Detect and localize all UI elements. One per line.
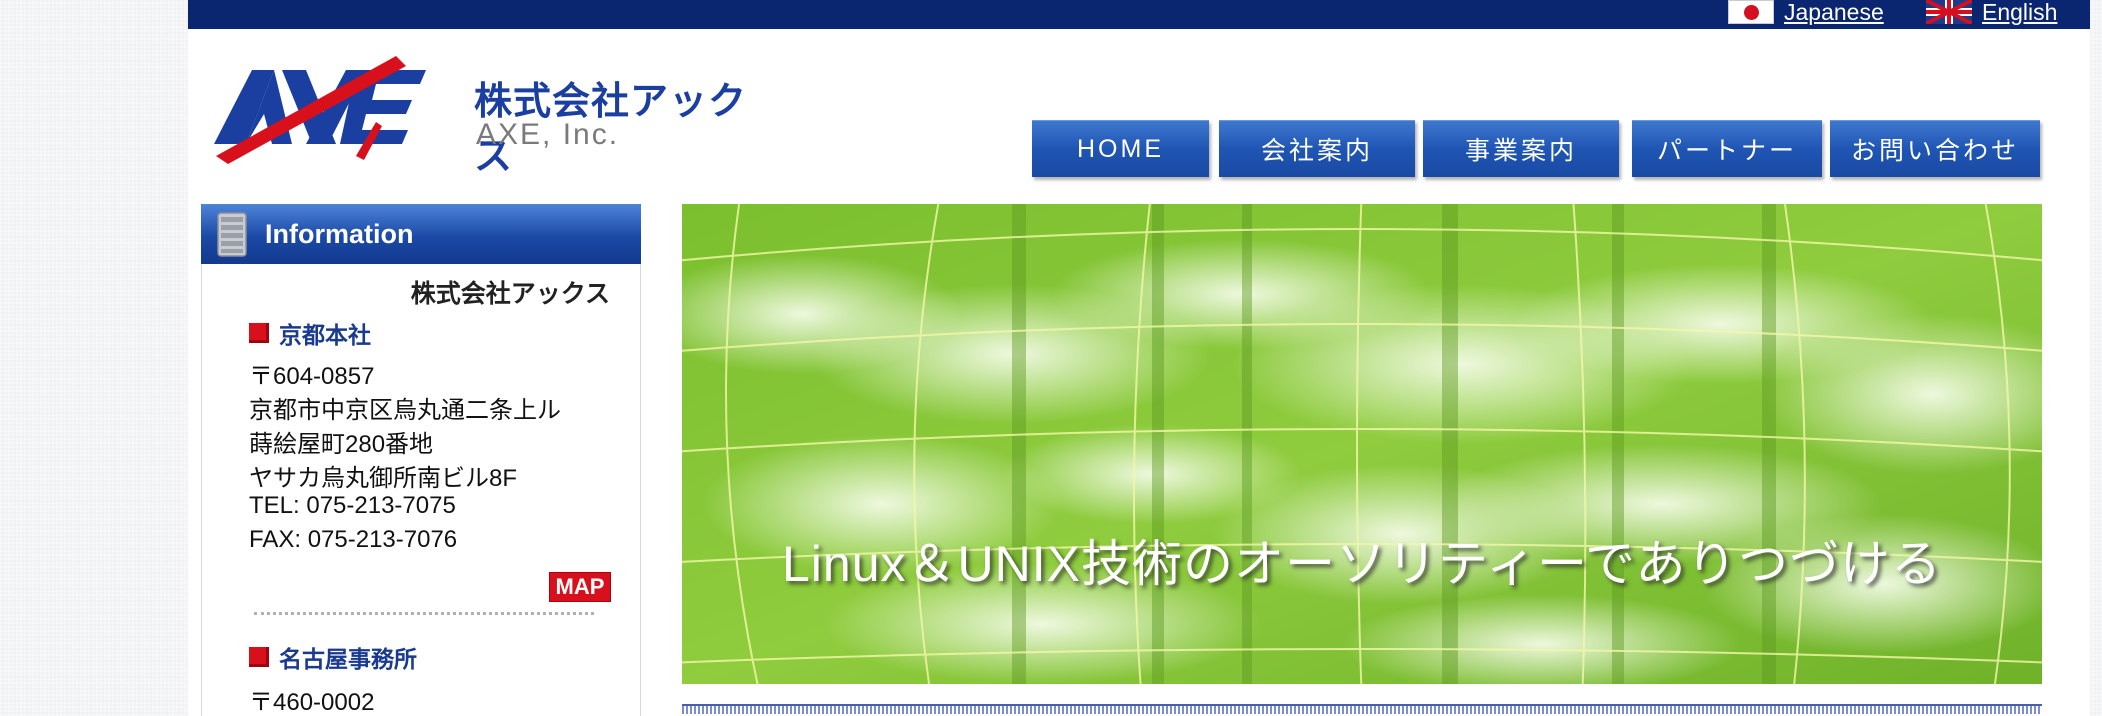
axe-logo-icon (214, 56, 426, 164)
info-header-label: Information (265, 218, 414, 249)
kyoto-address-line-2: 蒔絵屋町280番地 (249, 431, 434, 458)
office-heading-nagoya: 名古屋事務所 (249, 640, 417, 674)
uk-flag-icon (1926, 0, 1972, 24)
red-square-icon (249, 647, 269, 667)
top-bar: Japanese English (188, 0, 2090, 29)
office-heading-kyoto: 京都本社 (249, 316, 371, 350)
office-name-kyoto: 京都本社 (279, 322, 371, 348)
company-logo[interactable]: 株式会社アックス AXE, Inc. (206, 52, 776, 178)
kyoto-tel: TEL: 075-213-7075 (249, 492, 456, 519)
hero-banner: Linux＆UNIX技術のオーソリティーでありつづける (682, 204, 2042, 684)
language-japanese-label: Japanese (1784, 0, 1884, 25)
japan-flag-icon (1728, 0, 1774, 24)
company-name-en: AXE, Inc. (476, 118, 620, 151)
earth-satellite-image (682, 204, 2042, 684)
nav-home[interactable]: HOME (1032, 120, 1209, 177)
red-square-icon (249, 323, 269, 343)
kyoto-address-line-3: ヤサカ烏丸御所南ビル8F (249, 465, 518, 492)
info-header: Information (201, 204, 641, 264)
nav-contact[interactable]: お問い合わせ (1830, 120, 2040, 177)
nav-business[interactable]: 事業案内 (1423, 120, 1619, 177)
nav-partner[interactable]: パートナー (1632, 120, 1822, 177)
info-sidebar: Information 株式会社アックス 京都本社 〒604-0857 京都市中… (201, 204, 641, 716)
kyoto-map-button[interactable]: MAP (549, 572, 611, 602)
nagoya-postal-code: 〒460-0002 (249, 689, 375, 716)
kyoto-address-line-1: 京都市中京区烏丸通二条上ル (249, 397, 561, 424)
sidebar-company-name: 株式会社アックス (410, 280, 610, 308)
nav-company[interactable]: 会社案内 (1219, 120, 1415, 177)
page: Japanese English 株式会社アックス AXE, Inc. HOME… (188, 0, 2090, 716)
language-english-label: English (1982, 0, 2058, 25)
hero-divider (682, 704, 2042, 714)
hero-tagline: Linux＆UNIX技術のオーソリティーでありつづける (782, 536, 1942, 592)
sidebar-body: 株式会社アックス 京都本社 〒604-0857 京都市中京区烏丸通二条上ル 蒔絵… (201, 264, 641, 716)
kyoto-postal-code: 〒604-0857 (249, 363, 375, 390)
divider (254, 612, 594, 615)
office-name-nagoya: 名古屋事務所 (279, 646, 417, 672)
language-english-link[interactable]: English (1926, 0, 2058, 25)
server-icon (217, 212, 247, 257)
kyoto-fax: FAX: 075-213-7076 (249, 526, 458, 553)
language-japanese-link[interactable]: Japanese (1728, 0, 1884, 25)
